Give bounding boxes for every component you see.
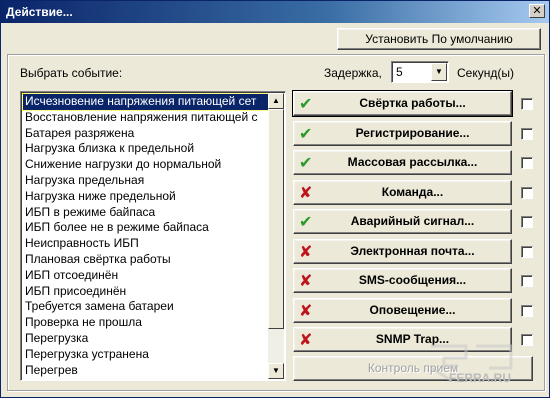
cross-icon: ✘ bbox=[299, 242, 313, 261]
action-button[interactable]: ✔ Аварийный сигнал... bbox=[293, 209, 512, 234]
list-item[interactable]: Перегрузка bbox=[23, 331, 271, 347]
action-button[interactable]: ✔ Регистрирование... bbox=[293, 121, 512, 146]
action-checkbox[interactable] bbox=[521, 187, 533, 199]
check-icon: ✔ bbox=[299, 153, 313, 172]
set-default-button[interactable]: Установить По умолчанию bbox=[337, 28, 541, 50]
action-label: SMS-сообщения... bbox=[358, 273, 467, 287]
scroll-down-icon[interactable]: ▼ bbox=[268, 363, 284, 379]
action-button[interactable]: ✘ Команда... bbox=[293, 180, 512, 205]
cross-icon: ✘ bbox=[299, 183, 313, 202]
list-item[interactable]: Исчезновение напряжения питающей сет bbox=[22, 93, 272, 111]
list-item[interactable]: Требуется замена батареи bbox=[23, 299, 271, 315]
action-checkbox[interactable] bbox=[521, 98, 533, 110]
action-button[interactable]: ✔ Свёртка работы... bbox=[292, 90, 513, 117]
event-list-scrollbar[interactable]: ▲ ▼ bbox=[268, 93, 284, 379]
action-checkbox[interactable] bbox=[521, 157, 533, 169]
delay-combobox[interactable]: 5 ▼ bbox=[391, 61, 449, 83]
list-item[interactable]: Перегрузка устранена bbox=[23, 347, 271, 363]
list-item[interactable]: ИБП присоединён bbox=[23, 284, 271, 300]
scroll-up-icon[interactable]: ▲ bbox=[268, 93, 284, 109]
action-label: Регистрирование... bbox=[355, 126, 470, 140]
list-item[interactable]: Проверка не прошла bbox=[23, 315, 271, 331]
list-item[interactable]: Нагрузка предельная bbox=[23, 173, 271, 189]
action-button[interactable]: ✔ Массовая рассылка... bbox=[293, 150, 512, 175]
delay-label: Задержка, bbox=[324, 66, 382, 80]
delay-value: 5 bbox=[396, 65, 403, 79]
list-item[interactable]: Перегрев bbox=[23, 363, 271, 379]
action-button[interactable]: ✘ Электронная почта... bbox=[293, 239, 512, 264]
action-checkbox[interactable] bbox=[521, 128, 533, 140]
title-bar[interactable]: Действие... ✕ bbox=[1, 1, 549, 23]
list-item[interactable]: ИБП в режиме байпаса bbox=[23, 205, 271, 221]
event-listbox[interactable]: Исчезновение напряжения питающей сет Восс… bbox=[20, 91, 286, 381]
cross-icon: ✘ bbox=[299, 301, 313, 320]
action-label: Электронная почта... bbox=[350, 244, 475, 258]
check-icon: ✔ bbox=[299, 124, 313, 143]
watermark-text: FERRA.RU bbox=[449, 371, 511, 385]
list-item[interactable]: Восстановление напряжения питающей с bbox=[23, 110, 271, 126]
check-icon: ✔ bbox=[299, 212, 313, 231]
window-title: Действие... bbox=[6, 5, 73, 19]
list-item[interactable]: Батарея разряжена bbox=[23, 126, 271, 142]
list-item[interactable]: Нагрузка близка к предельной bbox=[23, 141, 271, 157]
cross-icon: ✘ bbox=[299, 271, 313, 290]
chevron-down-icon[interactable]: ▼ bbox=[431, 63, 447, 81]
cross-icon: ✘ bbox=[299, 330, 313, 349]
list-item[interactable]: Нагрузка ниже предельной bbox=[23, 189, 271, 205]
delay-unit-label: Секунд(ы) bbox=[457, 66, 514, 80]
action-checkbox[interactable] bbox=[521, 216, 533, 228]
action-label: Команда... bbox=[381, 185, 444, 199]
list-item[interactable]: ИБП более не в режиме байпаса bbox=[23, 220, 271, 236]
list-item[interactable]: Плановая свёртка работы bbox=[23, 252, 271, 268]
select-event-label: Выбрать событие: bbox=[20, 66, 123, 80]
action-dialog: Действие... ✕ Установить По умолчанию Вы… bbox=[0, 0, 550, 398]
action-button[interactable]: ✘ SMS-сообщения... bbox=[293, 268, 512, 293]
scroll-thumb[interactable] bbox=[268, 109, 284, 329]
action-label: Массовая рассылка... bbox=[347, 155, 478, 169]
action-checkbox[interactable] bbox=[521, 275, 533, 287]
action-label: Аварийный сигнал... bbox=[350, 214, 475, 228]
check-icon: ✔ bbox=[299, 94, 313, 113]
event-list: Исчезновение напряжения питающей сет Восс… bbox=[22, 93, 272, 379]
list-item[interactable]: ИБП отсоединён bbox=[23, 268, 271, 284]
action-checkbox[interactable] bbox=[521, 246, 533, 258]
action-label: Свёртка работы... bbox=[359, 96, 466, 110]
close-button[interactable]: ✕ bbox=[529, 4, 545, 18]
list-item[interactable]: Неисправность ИБП bbox=[23, 236, 271, 252]
list-item[interactable]: Снижение нагрузки до нормальной bbox=[23, 157, 271, 173]
